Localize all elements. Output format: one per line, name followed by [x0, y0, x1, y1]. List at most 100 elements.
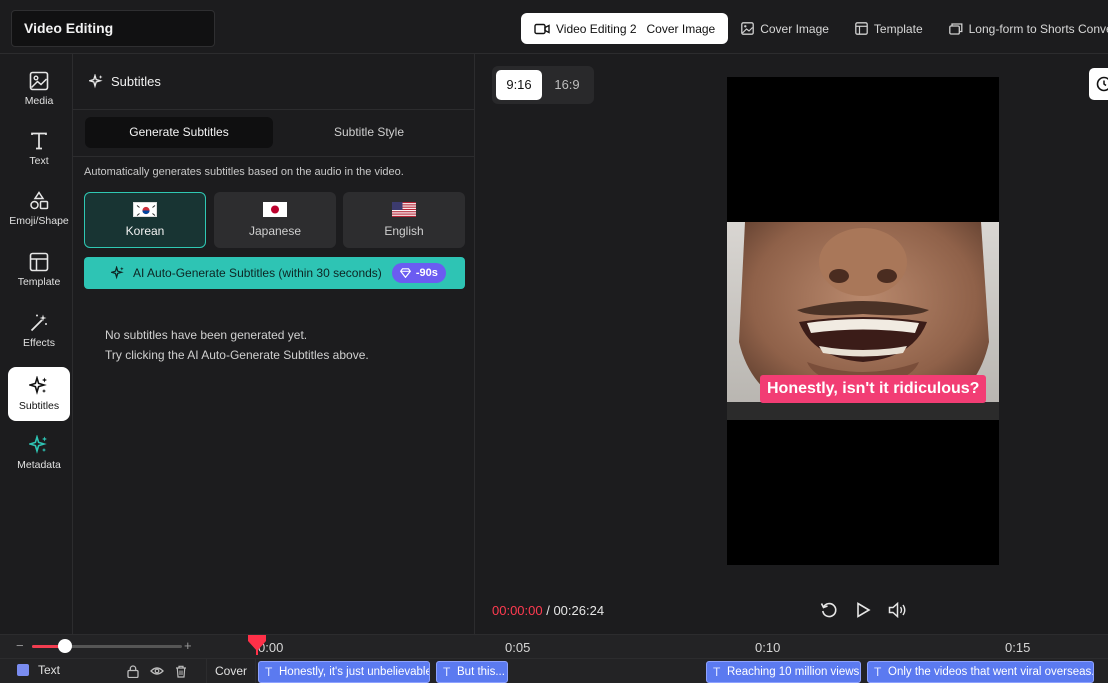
diamond-icon — [399, 268, 411, 278]
empty-state-line: No subtitles have been generated yet. — [105, 328, 308, 342]
nav-label: Video Editing 2 — [556, 21, 637, 36]
replay-button[interactable] — [818, 599, 840, 621]
track-name: Text — [38, 663, 61, 677]
sidebar-item-label: Emoji/Shape — [9, 215, 69, 227]
ai-generate-subtitles-button[interactable]: AI Auto-Generate Subtitles (within 30 se… — [84, 257, 465, 289]
language-option-korean[interactable]: Korean — [84, 192, 206, 248]
lock-track-button[interactable] — [126, 664, 140, 678]
subtitles-panel: Subtitles Generate Subtitles Subtitle St… — [73, 54, 475, 634]
template-icon — [855, 22, 868, 35]
timeline: − + 0:00 0:05 0:10 0:15 Text Cover T Hon… — [0, 634, 1108, 683]
video-editor-app: Video Editing Video Editing 2 Cover Imag… — [0, 0, 1108, 683]
subtitle-clip[interactable]: T Reaching 10 million views — [706, 661, 861, 683]
panel-header: Subtitles — [73, 54, 475, 110]
sparkle-icon — [29, 376, 47, 395]
cost-badge: -90s — [391, 263, 446, 283]
play-button[interactable] — [852, 599, 874, 621]
text-icon — [31, 132, 47, 150]
tab-generate-subtitles[interactable]: Generate Subtitles — [85, 117, 273, 148]
top-nav: Video Editing 2 Cover Image Cover Image … — [521, 13, 1108, 44]
sparkle-icon — [89, 74, 103, 89]
tab-subtitle-style[interactable]: Subtitle Style — [275, 117, 463, 148]
sparkle-teal-icon — [29, 435, 47, 454]
language-option-japanese[interactable]: Japanese — [214, 192, 336, 248]
zoom-slider[interactable] — [32, 639, 182, 653]
sidebar-item-label: Template — [17, 276, 61, 288]
ruler-label: 0:15 — [1005, 640, 1031, 655]
sidebar-item-template[interactable]: Template — [8, 243, 70, 297]
sidebar-item-effects[interactable]: Effects — [8, 304, 70, 358]
playhead-marker[interactable] — [248, 635, 266, 655]
eye-icon — [150, 667, 164, 675]
shapes-icon — [30, 191, 49, 210]
text-clip-icon: T — [713, 665, 721, 679]
subtitle-clip[interactable]: T Only the videos that went viral overse… — [867, 661, 1094, 683]
time-separator: / — [542, 603, 554, 618]
language-option-english[interactable]: English — [343, 192, 465, 248]
sidebar-item-label: Media — [24, 95, 54, 107]
current-time: 00:00:00 — [492, 603, 543, 618]
nav-video-editing[interactable]: Video Editing 2 Cover Image — [521, 13, 729, 44]
language-label: Korean — [125, 224, 165, 238]
play-icon — [857, 602, 871, 618]
aspect-ratio-toggle: 9:16 16:9 — [492, 66, 594, 104]
nav-cover-image[interactable]: Cover Image — [728, 13, 842, 44]
clip-label: Reaching 10 million views — [727, 666, 860, 678]
sidebar-item-label: Effects — [23, 337, 55, 349]
zoom-in-button[interactable]: + — [184, 638, 192, 653]
language-label: Japanese — [248, 224, 302, 238]
lock-icon — [127, 664, 139, 678]
sidebar-item-label: Text — [29, 155, 49, 167]
cover-slot[interactable]: Cover — [206, 659, 256, 683]
ratio-9-16-button[interactable]: 9:16 — [496, 70, 542, 100]
text-clip-icon: T — [443, 665, 451, 679]
ratio-16-9-button[interactable]: 16:9 — [544, 70, 590, 100]
volume-button[interactable] — [886, 599, 908, 621]
image-icon — [29, 71, 49, 91]
sidebar-item-subtitles[interactable]: Subtitles — [8, 367, 70, 421]
video-preview[interactable]: Honestly, isn't it ridiculous? — [727, 77, 999, 565]
track-tools — [126, 664, 198, 678]
video-frame: Honestly, isn't it ridiculous? — [727, 222, 999, 420]
japan-flag-icon — [263, 202, 287, 217]
cost-badge-label: -90s — [415, 267, 438, 279]
sidebar-item-emoji-shape[interactable]: Emoji/Shape — [8, 182, 70, 236]
toggle-visibility-button[interactable] — [150, 664, 164, 678]
delete-track-button[interactable] — [174, 664, 188, 678]
nav-long-to-shorts[interactable]: Long-form to Shorts Conversion — [936, 13, 1108, 44]
language-label: English — [384, 224, 424, 238]
history-button[interactable] — [1089, 68, 1108, 100]
top-bar: Video Editing Video Editing 2 Cover Imag… — [0, 0, 1108, 54]
nav-template[interactable]: Template — [842, 13, 936, 44]
subtitle-caption[interactable]: Honestly, isn't it ridiculous? — [760, 375, 987, 403]
clip-label: But this... — [457, 666, 505, 678]
nav-label: Template — [873, 21, 923, 36]
empty-state: No subtitles have been generated yet. Tr… — [105, 325, 369, 365]
template-icon — [29, 252, 49, 272]
text-clip-icon: T — [265, 665, 273, 679]
panel-hint: Automatically generates subtitles based … — [84, 166, 404, 178]
project-title[interactable]: Video Editing — [11, 10, 215, 47]
sidebar-item-label: Subtitles — [18, 400, 60, 412]
playback-controls — [818, 599, 920, 621]
video-camera-icon — [534, 23, 550, 34]
subtitle-clip[interactable]: T Honestly, it's just unbelievable... — [258, 661, 430, 683]
sidebar-item-label: Metadata — [17, 459, 61, 471]
sidebar-item-media[interactable]: Media — [8, 62, 70, 116]
ruler-label: 0:10 — [755, 640, 781, 655]
zoom-out-button[interactable]: − — [16, 638, 24, 653]
layers-icon — [948, 23, 963, 35]
track-color-chip — [17, 664, 29, 676]
subtitle-clip[interactable]: T But this... — [436, 661, 508, 683]
zoom-slider-knob[interactable] — [58, 639, 72, 653]
trash-icon — [176, 665, 186, 678]
track-label: Text — [17, 663, 60, 677]
volume-icon — [888, 602, 905, 618]
nav-label: Long-form to Shorts Conversion — [968, 21, 1108, 36]
text-clip-icon: T — [874, 665, 882, 679]
sidebar-item-metadata[interactable]: Metadata — [8, 426, 70, 480]
clock-icon — [1096, 76, 1108, 92]
sidebar-item-text[interactable]: Text — [8, 122, 70, 176]
replay-icon — [820, 602, 837, 618]
magic-wand-icon — [30, 314, 47, 332]
